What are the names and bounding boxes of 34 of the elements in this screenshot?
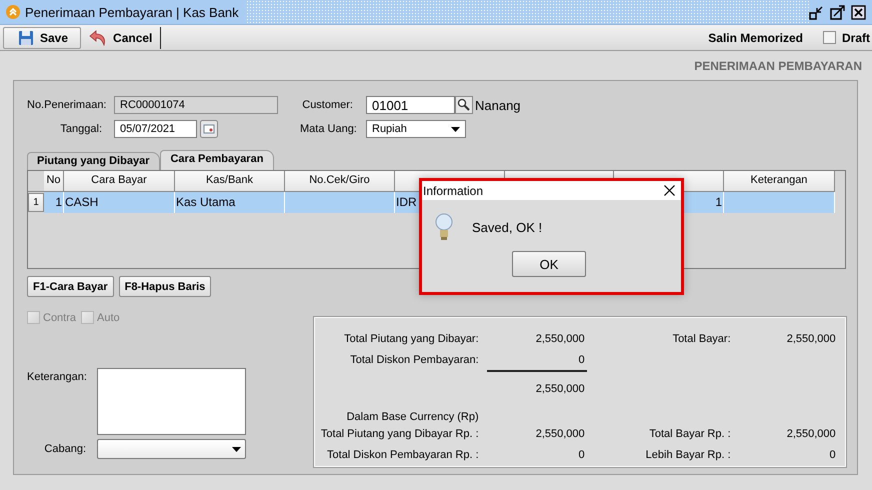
- field-label: Cabang:: [43, 443, 87, 455]
- summary-label: Total Diskon Pembayaran Rp. :: [327, 448, 479, 460]
- field-label: Tanggal:: [59, 123, 103, 135]
- summary-value: 0: [830, 448, 836, 460]
- table-cell: 1: [44, 192, 64, 213]
- draft-label: Draft: [842, 30, 870, 44]
- table-cell: CASH: [64, 192, 175, 213]
- window-title: Penerimaan Pembayaran | Kas Bank: [25, 4, 239, 20]
- field-label: Mata Uang:: [300, 123, 358, 135]
- checkbox-label: Auto: [97, 312, 120, 324]
- receipt-number-field: RC00001074: [114, 96, 278, 114]
- dialog-message: Saved, OK !: [472, 220, 542, 234]
- field-label: No.Penerimaan:: [27, 99, 108, 111]
- checkbox-label: Contra: [43, 312, 76, 324]
- summary-label: Total Piutang yang Dibayar Rp. :: [320, 428, 479, 440]
- summary-value: 2,550,000: [536, 332, 585, 344]
- customer-name: Nanang: [475, 98, 521, 112]
- summary-value: 2,550,000: [536, 382, 585, 394]
- salin-memorized-label: Salin Memorized: [708, 30, 803, 44]
- summary-label: Total Piutang yang Dibayar:: [344, 332, 479, 344]
- field-label: Customer:: [301, 99, 354, 111]
- summary-value: 0: [578, 354, 585, 366]
- summary-label: Total Diskon Pembayaran:: [350, 354, 479, 366]
- summary-value: 2,550,000: [536, 428, 585, 440]
- summary-label: Lebih Bayar Rp. :: [646, 448, 731, 460]
- field-label: Keterangan:: [27, 370, 88, 385]
- table-cell: Kas Utama: [175, 192, 285, 213]
- section-heading: Dalam Base Currency (Rp): [346, 411, 479, 423]
- summary-label: Total Bayar:: [672, 332, 731, 344]
- summary-label: Total Bayar Rp. :: [649, 428, 731, 440]
- summary-value: 2,550,000: [786, 428, 836, 440]
- summary-value: 0: [578, 448, 585, 460]
- form-title: PENERIMAAN PEMBAYARAN: [694, 59, 862, 73]
- summary-value: 2,550,000: [786, 332, 836, 344]
